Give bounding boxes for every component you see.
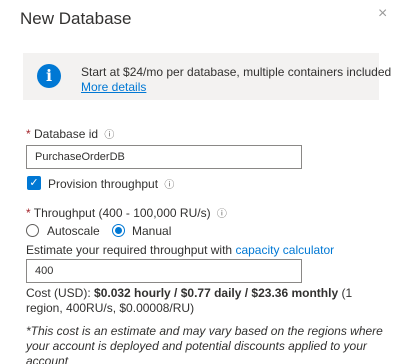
provision-throughput-label: Provision throughput ⓘ: [48, 176, 174, 191]
info-tooltip-icon[interactable]: ⓘ: [164, 180, 174, 191]
throughput-input[interactable]: 400: [26, 259, 302, 283]
database-id-label: * Database id ⓘ: [26, 126, 114, 141]
close-icon[interactable]: ×: [378, 6, 387, 22]
more-details-link[interactable]: More details: [81, 80, 146, 94]
info-icon: i: [37, 64, 61, 88]
info-tooltip-icon[interactable]: ⓘ: [217, 209, 227, 220]
info-banner: i Start at $24/mo per database, multiple…: [23, 53, 391, 100]
capacity-calculator-link[interactable]: capacity calculator: [235, 243, 334, 257]
info-text: Start at $24/mo per database, multiple c…: [81, 65, 392, 79]
provision-throughput-label-text: Provision throughput: [48, 177, 159, 191]
required-mark: *: [26, 206, 31, 220]
autoscale-radio[interactable]: [26, 224, 39, 237]
throughput-label-text: Throughput (400 - 100,000 RU/s): [33, 206, 211, 220]
cost-amounts: $0.032 hourly / $0.77 daily / $23.36 mon…: [94, 286, 339, 300]
info-tooltip-icon[interactable]: ⓘ: [104, 130, 114, 141]
cost-disclaimer: *This cost is an estimate and may vary b…: [26, 324, 383, 364]
cost-prefix: Cost (USD):: [26, 286, 91, 300]
database-id-label-text: Database id: [34, 127, 99, 141]
cost-text: Cost (USD): $0.032 hourly / $0.77 daily …: [26, 286, 386, 316]
autoscale-label: Autoscale: [47, 224, 100, 238]
estimate-text: Estimate your required throughput with c…: [26, 243, 334, 257]
panel-title: New Database: [20, 9, 132, 28]
estimate-text-prefix: Estimate your required throughput with: [26, 243, 233, 257]
database-id-input[interactable]: PurchaseOrderDB: [26, 145, 302, 169]
required-mark: *: [26, 127, 31, 141]
manual-radio[interactable]: [112, 224, 125, 237]
provision-throughput-checkbox[interactable]: ✓: [27, 176, 41, 190]
manual-label: Manual: [132, 224, 172, 238]
throughput-label: * Throughput (400 - 100,000 RU/s) ⓘ: [26, 205, 227, 220]
